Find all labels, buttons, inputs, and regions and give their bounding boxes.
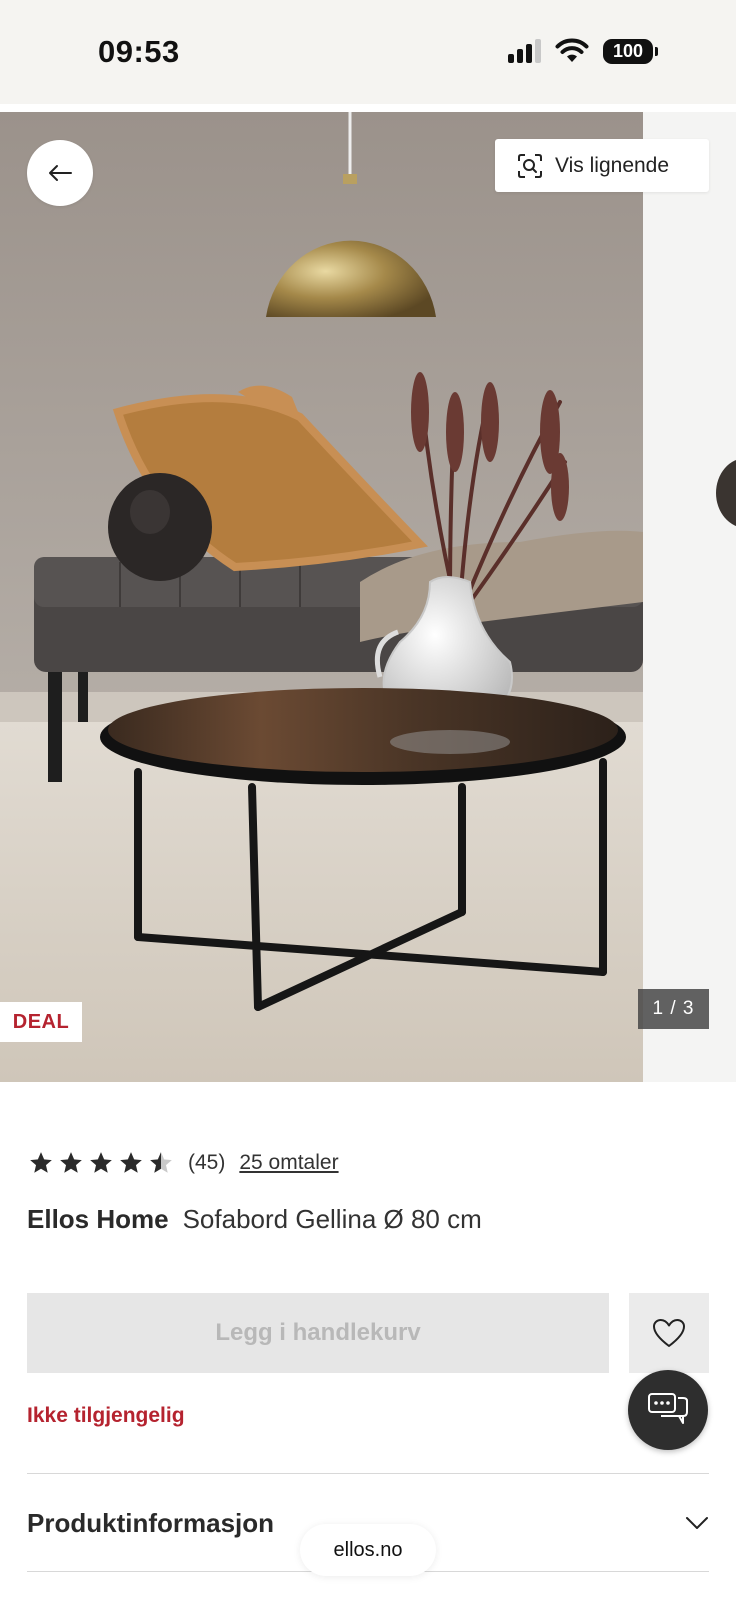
star-icon bbox=[30, 1152, 52, 1173]
show-similar-label: Vis lignende bbox=[555, 153, 670, 177]
wifi-icon bbox=[555, 38, 589, 62]
product-name: Sofabord Gellina Ø 80 cm bbox=[182, 1204, 482, 1234]
deal-badge: DEAL bbox=[0, 1002, 82, 1042]
star-icon bbox=[60, 1152, 82, 1173]
availability-status: Ikke tilgjengelig bbox=[27, 1404, 185, 1427]
chat-button[interactable] bbox=[628, 1370, 708, 1450]
star-icon bbox=[90, 1152, 112, 1173]
visual-search-icon bbox=[518, 153, 542, 178]
chevron-down-icon bbox=[686, 1517, 708, 1529]
rating-count: (45) bbox=[188, 1151, 226, 1174]
status-icons: 100 bbox=[508, 38, 658, 64]
status-bar: 09:53 100 bbox=[0, 0, 736, 104]
product-image-gallery[interactable]: Vis lignende DEAL 1 / 3 bbox=[0, 112, 736, 1082]
wishlist-button[interactable] bbox=[629, 1293, 709, 1373]
star-icon bbox=[120, 1152, 142, 1173]
status-time: 09:53 bbox=[98, 34, 180, 69]
reviews-link[interactable]: 25 omtaler bbox=[239, 1151, 338, 1175]
product-brand: Ellos Home bbox=[27, 1204, 169, 1234]
heart-icon bbox=[653, 1319, 685, 1347]
image-counter: 1 / 3 bbox=[638, 989, 709, 1029]
product-title: Ellos Home Sofabord Gellina Ø 80 cm bbox=[27, 1204, 482, 1235]
add-to-cart-button[interactable]: Legg i handlekurv bbox=[27, 1293, 609, 1373]
show-similar-button[interactable]: Vis lignende bbox=[495, 139, 709, 192]
next-photo-preview[interactable] bbox=[716, 458, 736, 528]
rating-stars bbox=[28, 1150, 174, 1176]
browser-url-pill[interactable]: ellos.no bbox=[300, 1524, 436, 1576]
battery-icon: 100 bbox=[603, 38, 658, 64]
chat-icon bbox=[648, 1393, 688, 1424]
back-arrow-icon bbox=[49, 165, 72, 181]
back-button[interactable] bbox=[27, 140, 93, 206]
signal-icon bbox=[508, 39, 541, 63]
battery-level: 100 bbox=[603, 38, 653, 64]
half-star-icon bbox=[150, 1152, 172, 1173]
product-photo[interactable] bbox=[0, 112, 643, 1082]
product-rating[interactable]: (45) 25 omtaler bbox=[28, 1150, 339, 1176]
accordion-title: Produktinformasjon bbox=[27, 1507, 275, 1538]
